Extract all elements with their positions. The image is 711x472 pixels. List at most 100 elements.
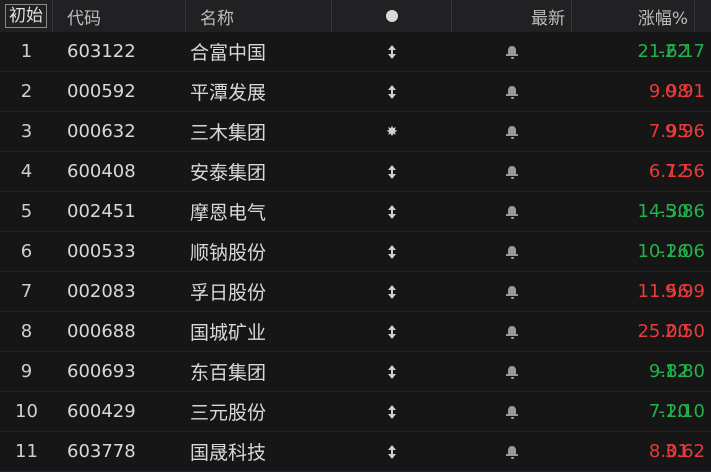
trend-indicator <box>332 232 452 271</box>
stock-name: 顺钠股份 <box>190 242 267 264</box>
alert-cell[interactable] <box>452 312 572 351</box>
updown-arrow-icon <box>387 324 397 339</box>
trend-indicator: ✸ <box>332 112 452 151</box>
trend-indicator <box>332 312 452 351</box>
change-percent: 9.99 <box>664 281 705 302</box>
updown-arrow-icon <box>387 444 397 459</box>
change-percent: 7.56 <box>664 161 705 182</box>
alert-cell[interactable] <box>452 352 572 391</box>
trend-indicator <box>332 432 452 471</box>
bell-icon[interactable] <box>506 245 518 259</box>
bell-icon[interactable] <box>506 325 518 339</box>
row-index: 9 <box>20 361 33 382</box>
table-row[interactable]: 4 600408 安泰集团 6.12 7.56 <box>0 152 711 192</box>
stock-name: 三木集团 <box>190 122 267 144</box>
updown-arrow-icon <box>387 84 397 99</box>
table-row[interactable]: 6 000533 顺钠股份 10.26 -1.06 <box>0 232 711 272</box>
table-row[interactable]: 3 000632 三木集团 ✸ 7.95 9.96 <box>0 112 711 152</box>
table-row[interactable]: 2 000592 平潭发展 9.98 0.91 <box>0 72 711 112</box>
stock-name: 东百集团 <box>190 362 267 384</box>
row-index: 5 <box>20 201 33 222</box>
table-header: 初始 代码 名称 最新 涨幅% <box>0 0 711 32</box>
change-percent-column-header[interactable]: 涨幅% <box>572 0 695 32</box>
row-index: 4 <box>20 161 33 182</box>
alert-cell[interactable] <box>452 152 572 191</box>
sort-mode-button[interactable]: 初始 <box>5 4 47 28</box>
row-index: 1 <box>20 41 33 62</box>
table-row[interactable]: 9 600693 东百集团 9.82 -1.80 <box>0 352 711 392</box>
header-spacer <box>695 0 711 32</box>
change-percent: -2.17 <box>658 41 705 62</box>
table-row[interactable]: 10 600429 三元股份 7.20 -1.10 <box>0 392 711 432</box>
row-index: 8 <box>20 321 33 342</box>
updown-arrow-icon <box>387 44 397 59</box>
stock-name: 国城矿业 <box>190 322 267 344</box>
change-percent: 2.50 <box>664 321 705 342</box>
alert-cell[interactable] <box>452 72 572 111</box>
dot-icon <box>385 10 398 22</box>
updown-arrow-icon <box>387 284 397 299</box>
stock-code: 000632 <box>67 121 136 142</box>
table-row[interactable]: 8 000688 国城矿业 25.00 2.50 <box>0 312 711 352</box>
bell-icon[interactable] <box>506 45 518 59</box>
row-index: 7 <box>20 281 33 302</box>
trend-indicator <box>332 192 452 231</box>
table-row[interactable]: 7 002083 孚日股份 11.56 9.99 <box>0 272 711 312</box>
bell-icon[interactable] <box>506 125 518 139</box>
stock-code: 002451 <box>67 201 136 222</box>
bell-icon[interactable] <box>506 405 518 419</box>
stock-name: 合富中国 <box>190 42 267 64</box>
stock-name: 三元股份 <box>190 402 267 424</box>
sun-icon: ✸ <box>386 123 398 140</box>
latest-price-column-header[interactable]: 最新 <box>452 0 572 32</box>
stock-code: 603122 <box>67 41 136 62</box>
row-index: 11 <box>15 441 38 462</box>
updown-arrow-icon <box>387 404 397 419</box>
change-percent: 3.62 <box>664 441 705 462</box>
table-row[interactable]: 1 603122 合富中国 21.62 -2.17 <box>0 32 711 72</box>
code-column-header[interactable]: 代码 <box>53 0 186 32</box>
trend-indicator <box>332 272 452 311</box>
table-row[interactable]: 5 002451 摩恩电气 14.30 -5.86 <box>0 192 711 232</box>
table-body: 1 603122 合富中国 21.62 -2.17 2 000592 平潭发展 … <box>0 32 711 472</box>
trend-indicator <box>332 72 452 111</box>
row-index: 3 <box>20 121 33 142</box>
bell-icon[interactable] <box>506 205 518 219</box>
bell-icon[interactable] <box>506 445 518 459</box>
alert-cell[interactable] <box>452 112 572 151</box>
stock-code: 600693 <box>67 361 136 382</box>
updown-arrow-icon <box>387 244 397 259</box>
change-percent: -1.10 <box>658 401 705 422</box>
row-index: 6 <box>20 241 33 262</box>
change-percent: -1.06 <box>658 241 705 262</box>
bell-icon[interactable] <box>506 285 518 299</box>
bell-icon[interactable] <box>506 165 518 179</box>
alert-cell[interactable] <box>452 232 572 271</box>
alert-cell[interactable] <box>452 432 572 471</box>
alert-cell[interactable] <box>452 32 572 71</box>
stock-code: 600408 <box>67 161 136 182</box>
change-percent: 9.96 <box>664 121 705 142</box>
trend-indicator <box>332 152 452 191</box>
change-percent: -1.80 <box>658 361 705 382</box>
alert-cell[interactable] <box>452 272 572 311</box>
alert-cell[interactable] <box>452 392 572 431</box>
trend-indicator <box>332 352 452 391</box>
sort-column-header[interactable]: 初始 <box>0 0 53 32</box>
change-percent: 0.91 <box>664 81 705 102</box>
bell-icon[interactable] <box>506 365 518 379</box>
stock-name: 孚日股份 <box>190 282 267 304</box>
stock-name: 平潭发展 <box>190 82 267 104</box>
updown-arrow-icon <box>387 204 397 219</box>
stock-name: 安泰集团 <box>190 162 267 184</box>
bell-icon[interactable] <box>506 85 518 99</box>
trend-indicator <box>332 392 452 431</box>
row-index: 2 <box>20 81 33 102</box>
status-column-header[interactable] <box>332 0 452 32</box>
stock-code: 603778 <box>67 441 136 462</box>
alert-cell[interactable] <box>452 192 572 231</box>
change-percent: -5.86 <box>658 201 705 222</box>
updown-arrow-icon <box>387 164 397 179</box>
table-row[interactable]: 11 603778 国晟科技 8.01 3.62 <box>0 432 711 472</box>
name-column-header[interactable]: 名称 <box>186 0 332 32</box>
